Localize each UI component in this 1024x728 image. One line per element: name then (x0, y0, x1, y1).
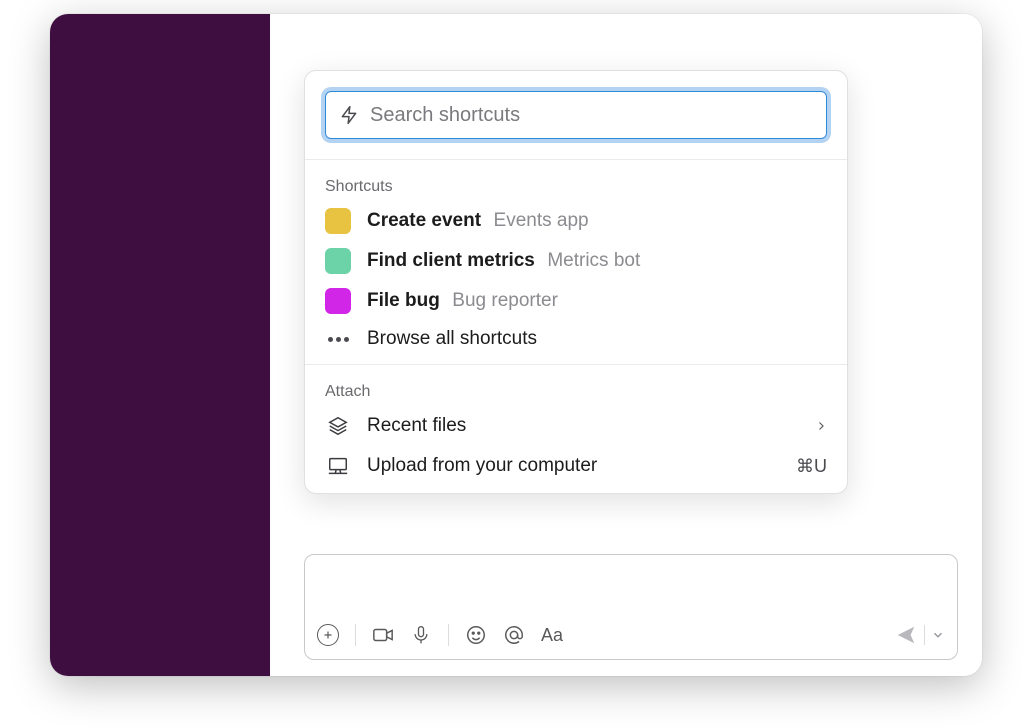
shortcuts-popup: Shortcuts Create event Events app Find c… (304, 70, 848, 494)
shortcuts-section: Shortcuts Create event Events app Find c… (305, 160, 847, 364)
shortcut-create-event[interactable]: Create event Events app (325, 208, 827, 234)
upload-label: Upload from your computer (367, 455, 771, 477)
recent-files-item[interactable]: Recent files (325, 413, 827, 439)
shortcut-title: Create event (367, 210, 481, 231)
shortcut-text: Find client metrics Metrics bot (367, 250, 640, 272)
shortcut-text: Create event Events app (367, 210, 589, 232)
shortcut-subtitle: Bug reporter (452, 290, 558, 311)
add-attachment-button[interactable] (317, 624, 339, 646)
shortcuts-list: Create event Events app Find client metr… (325, 208, 827, 350)
browse-label: Browse all shortcuts (367, 328, 537, 350)
layers-icon (325, 413, 351, 439)
app-swatch-icon (325, 288, 351, 314)
main-area: Shortcuts Create event Events app Find c… (270, 14, 982, 676)
shortcut-text: File bug Bug reporter (367, 290, 558, 312)
shortcuts-lightning-icon (338, 104, 360, 126)
sidebar (50, 14, 270, 676)
shortcuts-heading: Shortcuts (325, 178, 827, 196)
emoji-icon[interactable] (465, 624, 487, 646)
recent-files-label: Recent files (367, 415, 771, 437)
shortcut-subtitle: Events app (494, 210, 589, 231)
app-frame: Shortcuts Create event Events app Find c… (50, 14, 982, 676)
search-input[interactable] (370, 104, 814, 127)
video-icon[interactable] (372, 624, 394, 646)
composer-toolbar: Aa (305, 611, 957, 659)
shortcut-subtitle: Metrics bot (547, 250, 640, 271)
formatting-icon[interactable]: Aa (541, 624, 563, 646)
app-swatch-icon (325, 208, 351, 234)
shortcut-find-client-metrics[interactable]: Find client metrics Metrics bot (325, 248, 827, 274)
send-button[interactable] (894, 624, 918, 646)
search-field[interactable] (325, 91, 827, 139)
attach-section: Attach Recent files (305, 365, 847, 493)
chevron-right-icon (815, 420, 827, 432)
search-area (305, 71, 847, 159)
send-options-button[interactable] (931, 628, 945, 642)
upload-from-computer-item[interactable]: Upload from your computer ⌘U (325, 453, 827, 479)
app-swatch-icon (325, 248, 351, 274)
microphone-icon[interactable] (410, 624, 432, 646)
shortcut-title: File bug (367, 290, 440, 311)
shortcut-title: Find client metrics (367, 250, 535, 271)
browse-all-shortcuts[interactable]: Browse all shortcuts (325, 328, 827, 350)
toolbar-separator (448, 624, 449, 646)
attach-list: Recent files Upload from your computer (325, 413, 827, 479)
submenu-indicator (787, 420, 827, 432)
attach-heading: Attach (325, 383, 827, 401)
toolbar-separator (355, 624, 356, 646)
computer-icon (325, 453, 351, 479)
message-composer[interactable]: Aa (304, 554, 958, 660)
shortcut-file-bug[interactable]: File bug Bug reporter (325, 288, 827, 314)
mention-icon[interactable] (503, 624, 525, 646)
keyboard-shortcut: ⌘U (787, 456, 827, 477)
more-horizontal-icon (325, 337, 351, 342)
toolbar-separator (924, 625, 925, 645)
